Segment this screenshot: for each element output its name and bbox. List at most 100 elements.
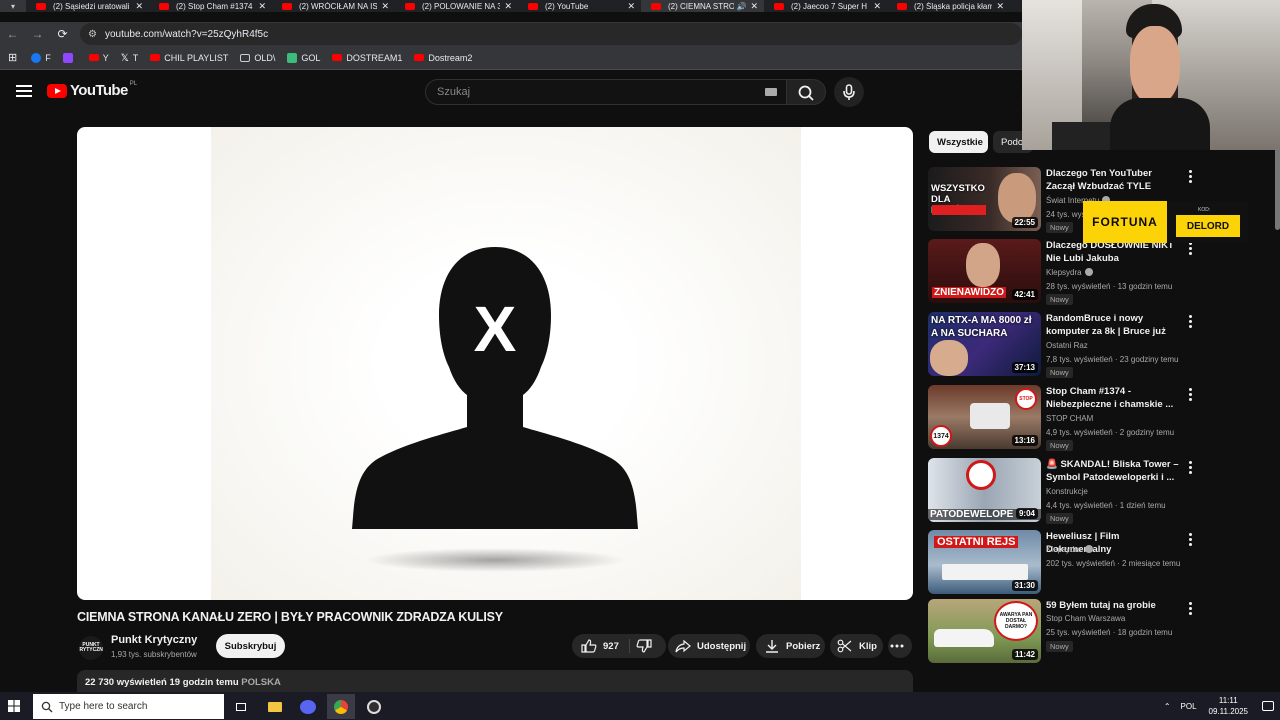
- browser-tab[interactable]: (2) Stop Cham #1374 ✕: [149, 0, 272, 12]
- video-title[interactable]: 🚨 SKANDAL! Bliska Tower – Symbol Patodew…: [1046, 458, 1182, 484]
- video-thumbnail[interactable]: AWARYA PAN DOSTAŁ DARMO? 11:42: [928, 599, 1041, 663]
- taskbar-search-input[interactable]: Type here to search: [33, 694, 224, 719]
- youtube-favicon-icon: [159, 2, 169, 10]
- recommended-video[interactable]: PATODEWELOPE 9:04 🚨 SKANDAL! Bliska Towe…: [928, 458, 1208, 524]
- location-tag[interactable]: POLSKA: [241, 677, 281, 688]
- video-thumbnail[interactable]: NA RTX-A MA 8000 zł A NA SUCHARA 37:13: [928, 312, 1041, 376]
- video-thumbnail[interactable]: PATODEWELOPE 9:04: [928, 458, 1041, 522]
- bookmark-item[interactable]: DOSTREAM1: [332, 53, 402, 63]
- country-code: PL: [129, 80, 138, 87]
- video-title[interactable]: Dlaczego Ten YouTuber Zaczął Wzbudzać TY…: [1046, 167, 1182, 193]
- scrollbar[interactable]: [1275, 148, 1280, 230]
- video-player[interactable]: X: [77, 127, 913, 600]
- close-tab-icon[interactable]: ✕: [381, 1, 389, 12]
- video-thumbnail[interactable]: ZNIENAWIDZO 42:41: [928, 239, 1041, 303]
- recommended-video[interactable]: OSTATNI REJS 31:30 Heweliusz | Film Doku…: [928, 530, 1208, 594]
- channel-name[interactable]: Klepsydra: [1046, 545, 1093, 554]
- close-tab-icon[interactable]: ✕: [504, 1, 512, 12]
- back-arrow-icon[interactable]: ←: [0, 27, 25, 41]
- close-tab-icon[interactable]: ✕: [873, 1, 881, 12]
- browser-tab[interactable]: (2) Sąsiedzi uratowali ✕: [26, 0, 149, 12]
- forward-arrow-icon[interactable]: →: [25, 27, 50, 41]
- browser-tab[interactable]: (2) Śląska policja kłam ✕: [887, 0, 1010, 12]
- browser-tab[interactable]: (2) WRÓCIŁAM NA IS ✕: [272, 0, 395, 12]
- recommended-video[interactable]: STOP 1374 13:16 Stop Cham #1374 - Niebez…: [928, 385, 1208, 451]
- voice-search-button[interactable]: [834, 77, 864, 107]
- site-info-icon[interactable]: ⚙: [88, 29, 97, 40]
- more-vertical-icon[interactable]: [1189, 242, 1193, 257]
- bookmark-item[interactable]: CHIL PLAYLIST: [150, 53, 228, 63]
- video-title[interactable]: Stop Cham #1374 - Niebezpieczne i chamsk…: [1046, 385, 1182, 411]
- recommended-video[interactable]: AWARYA PAN DOSTAŁ DARMO? 11:42 59 Byłem …: [928, 599, 1208, 663]
- bookmark-item[interactable]: F: [31, 52, 51, 63]
- keyboard-icon[interactable]: [765, 88, 777, 96]
- recommended-video[interactable]: NA RTX-A MA 8000 zł A NA SUCHARA 37:13 R…: [928, 312, 1208, 378]
- discord-icon[interactable]: [294, 694, 322, 719]
- obs-icon[interactable]: [360, 694, 388, 719]
- windows-start-icon[interactable]: [8, 700, 20, 712]
- more-actions-button[interactable]: [888, 634, 912, 658]
- browser-tab-active[interactable]: (2) CIEMNA STRO 🔊 ✕: [641, 0, 764, 12]
- apps-grid-icon[interactable]: ⊞: [8, 51, 17, 64]
- more-vertical-icon[interactable]: [1189, 461, 1193, 476]
- browser-tab[interactable]: (2) POLOWANIE NA 3 ✕: [395, 0, 518, 12]
- close-tab-icon[interactable]: ✕: [627, 1, 635, 12]
- tab-search-button[interactable]: ▾: [0, 0, 26, 12]
- more-vertical-icon[interactable]: [1189, 602, 1193, 617]
- channel-name[interactable]: Ostatni Raz: [1046, 341, 1088, 350]
- subscribe-button[interactable]: Subskrybuj: [216, 634, 285, 658]
- youtube-favicon-icon: [774, 2, 784, 10]
- youtube-logo[interactable]: YouTube PL: [47, 80, 138, 99]
- video-thumbnail[interactable]: STOP 1374 13:16: [928, 385, 1041, 449]
- more-vertical-icon[interactable]: [1189, 388, 1193, 403]
- task-view-icon[interactable]: [227, 694, 255, 719]
- video-title[interactable]: 59 Byłem tutaj na grobie: [1046, 599, 1182, 612]
- search-input[interactable]: Szukaj: [425, 79, 787, 105]
- tray-overflow-icon[interactable]: ⌃: [1164, 702, 1171, 711]
- avatar[interactable]: PUNKT KRYTYCZNY: [79, 636, 103, 660]
- file-explorer-icon[interactable]: [261, 694, 289, 719]
- hamburger-menu-icon[interactable]: [16, 82, 32, 98]
- close-tab-icon[interactable]: ✕: [258, 1, 266, 12]
- new-badge: Nowy: [1046, 367, 1073, 378]
- channel-name[interactable]: STOP CHAM: [1046, 414, 1093, 423]
- bookmark-item[interactable]: GOL: [287, 52, 320, 63]
- download-button[interactable]: Pobierz: [756, 634, 825, 658]
- channel-name[interactable]: Stop Cham Warszawa: [1046, 614, 1125, 623]
- video-title[interactable]: RandomBruce i nowy komputer za 8k | Bruc…: [1046, 312, 1182, 338]
- close-tab-icon[interactable]: ✕: [996, 1, 1004, 12]
- video-thumbnail[interactable]: WSZYSTKO DLA KLIKÓW 22:55: [928, 167, 1041, 231]
- recommended-video[interactable]: ZNIENAWIDZO 42:41 Dlaczego DOSŁOWNIE NIK…: [928, 239, 1208, 305]
- language-indicator[interactable]: POL: [1181, 702, 1197, 711]
- close-tab-icon[interactable]: ✕: [750, 1, 758, 12]
- channel-name[interactable]: Konstrukcje: [1046, 487, 1088, 496]
- more-vertical-icon[interactable]: [1189, 170, 1193, 185]
- dislike-button[interactable]: [630, 639, 658, 653]
- bookmark-item[interactable]: Dostream2: [414, 53, 472, 63]
- description-box[interactable]: 22 730 wyświetleń 19 godzin temu POLSKA: [77, 670, 913, 692]
- address-bar[interactable]: ⚙ youtube.com/watch?v=25zQyhR4f5c: [80, 23, 1022, 45]
- search-button[interactable]: [786, 79, 826, 105]
- clip-button[interactable]: Klip: [830, 634, 883, 658]
- browser-tab[interactable]: (2) Jaecoo 7 Super H ✕: [764, 0, 887, 12]
- chrome-icon[interactable]: [327, 694, 355, 719]
- more-vertical-icon[interactable]: [1189, 315, 1193, 330]
- more-vertical-icon[interactable]: [1189, 533, 1193, 548]
- bookmark-item[interactable]: Y: [88, 53, 109, 63]
- share-button[interactable]: Udostępnij: [668, 634, 750, 658]
- facebook-icon: [31, 52, 42, 63]
- clock[interactable]: 11:11 09.11.2025: [1209, 695, 1248, 717]
- chip-all[interactable]: Wszystkie: [929, 131, 988, 153]
- bookmark-folder[interactable]: OLD\: [240, 53, 275, 63]
- bookmark-item[interactable]: 𝕏T: [121, 53, 139, 64]
- like-button[interactable]: 927: [572, 639, 630, 653]
- notification-icon[interactable]: [1262, 701, 1274, 711]
- video-thumbnail[interactable]: OSTATNI REJS 31:30: [928, 530, 1041, 594]
- reload-icon[interactable]: ⟳: [50, 27, 75, 41]
- channel-name[interactable]: Klepsydra: [1046, 268, 1093, 277]
- close-tab-icon[interactable]: ✕: [135, 1, 143, 12]
- speaker-icon[interactable]: 🔊: [736, 2, 746, 11]
- browser-tab[interactable]: (2) YouTube ✕: [518, 0, 641, 12]
- channel-name[interactable]: Punkt Krytyczny: [111, 634, 197, 646]
- bookmark-item[interactable]: [62, 52, 77, 63]
